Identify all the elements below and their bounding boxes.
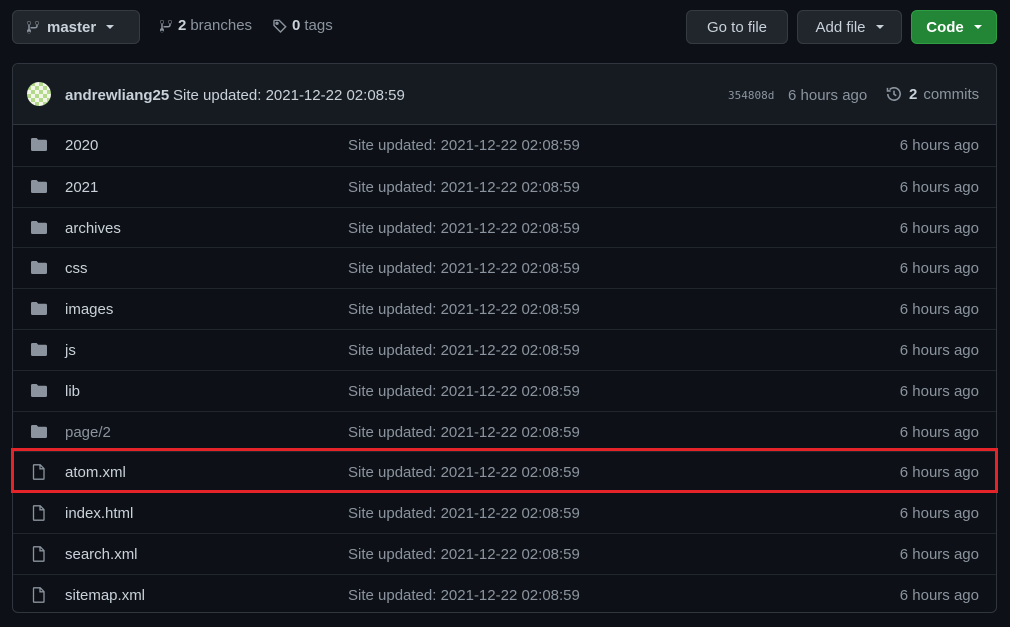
file-name-link[interactable]: images [65,301,113,318]
commit-sha-link[interactable]: 354808d [728,89,774,102]
code-button[interactable]: Code [911,10,997,44]
folder-icon [30,179,48,195]
file-age: 6 hours ago [899,586,979,604]
chevron-down-icon [973,25,982,29]
folder-icon [30,260,48,276]
file-age: 6 hours ago [899,505,979,523]
latest-commit-bar: andrewliang25 Site updated: 2021-12-22 0… [13,64,996,125]
avatar[interactable] [27,82,51,106]
file-row[interactable]: js Site updated: 2021-12-22 02:08:59 6 hou… [13,328,996,370]
tags-label: tags [304,17,333,34]
branches-label: branches [190,17,253,34]
file-name-link[interactable]: search.xml [65,546,138,563]
branch-name: master [47,18,97,36]
file-age: 6 hours ago [899,382,979,400]
file-name-link[interactable]: 2021 [65,179,98,196]
commit-message-link[interactable]: Site updated: 2021-12-22 02:08:59 [173,87,405,104]
file-commit-message-link[interactable]: Site updated: 2021-12-22 02:08:59 [348,301,580,318]
file-row[interactable]: 2021 Site updated: 2021-12-22 02:08:59 6 h… [13,165,996,207]
add-file-label: Add file [815,18,866,36]
folder-icon [30,137,48,153]
commits-count: 2 [909,85,918,103]
file-name-link[interactable]: js [65,342,76,359]
file-row[interactable]: page/2 Site updated: 2021-12-22 02:08:59 6… [13,410,996,452]
file-name-link[interactable]: atom.xml [65,464,126,481]
file-age: 6 hours ago [899,219,979,237]
code-label: Code [926,18,964,36]
file-age: 6 hours ago [899,423,979,441]
file-name-link[interactable]: page/2 [65,424,111,441]
file-icon [30,464,48,481]
file-row[interactable]: css Site updated: 2021-12-22 02:08:59 6 ho… [13,247,996,288]
file-commit-message-link[interactable]: Site updated: 2021-12-22 02:08:59 [348,260,580,277]
file-commit-message-link[interactable]: Site updated: 2021-12-22 02:08:59 [348,464,580,481]
folder-icon [30,383,48,399]
file-icon [30,546,48,562]
go-to-file-button[interactable]: Go to file [686,10,788,44]
history-icon [886,87,901,101]
file-name-link[interactable]: 2020 [65,137,98,154]
branches-count: 2 [178,17,187,34]
file-list: 2020 Site updated: 2021-12-22 02:08:59 6 h… [13,125,996,612]
file-name-link[interactable]: lib [65,383,80,400]
file-age: 6 hours ago [899,464,979,482]
file-age: 6 hours ago [899,137,979,154]
git-branch-icon [26,20,39,34]
file-age: 6 hours ago [899,260,979,278]
file-name-link[interactable]: sitemap.xml [65,587,145,604]
chevron-down-icon [106,25,115,29]
file-commit-message-link[interactable]: Site updated: 2021-12-22 02:08:59 [348,424,580,441]
file-row[interactable]: archives Site updated: 2021-12-22 02:08:5… [13,206,996,248]
chevron-down-icon [875,25,884,29]
file-browser: andrewliang25 Site updated: 2021-12-22 0… [12,63,997,613]
commit-age: 6 hours ago [788,87,868,104]
git-branch-icon [160,19,172,32]
file-name-link[interactable]: index.html [65,505,133,522]
add-file-button[interactable]: Add file [797,10,902,44]
file-commit-message-link[interactable]: Site updated: 2021-12-22 02:08:59 [348,505,580,522]
tags-link[interactable]: 0 tags [272,17,333,34]
file-name-link[interactable]: archives [65,220,121,237]
file-commit-message-link[interactable]: Site updated: 2021-12-22 02:08:59 [348,587,580,604]
file-commit-message-link[interactable]: Site updated: 2021-12-22 02:08:59 [348,220,580,237]
file-row[interactable]: index.html Site updated: 2021-12-22 02:08… [13,492,996,533]
branches-link[interactable]: 2 branches [158,17,252,34]
folder-icon [30,342,48,358]
file-row[interactable]: search.xml Site updated: 2021-12-22 02:08… [13,532,996,574]
file-icon [30,586,48,603]
file-name-link[interactable]: css [65,260,88,277]
branch-selector-button[interactable]: master [12,10,140,44]
tag-icon [273,19,287,33]
folder-icon [30,220,48,236]
file-row[interactable]: 2020 Site updated: 2021-12-22 02:08:59 6 h… [13,125,996,166]
file-row[interactable]: images Site updated: 2021-12-22 02:08:59 6… [13,288,996,329]
file-age: 6 hours ago [899,178,979,196]
file-age: 6 hours ago [899,301,979,319]
file-commit-message-link[interactable]: Site updated: 2021-12-22 02:08:59 [348,546,580,563]
folder-icon [30,424,48,440]
file-commit-message-link[interactable]: Site updated: 2021-12-22 02:08:59 [348,137,580,154]
file-commit-message-link[interactable]: Site updated: 2021-12-22 02:08:59 [348,383,580,400]
file-commit-message-link[interactable]: Site updated: 2021-12-22 02:08:59 [348,179,580,196]
file-age: 6 hours ago [899,545,979,563]
go-to-file-label: Go to file [706,18,768,36]
tags-count: 0 [292,17,301,34]
file-commit-message-link[interactable]: Site updated: 2021-12-22 02:08:59 [348,342,580,359]
file-row[interactable]: sitemap.xml Site updated: 2021-12-22 02:0… [13,573,996,612]
file-age: 6 hours ago [899,341,979,359]
commits-history-link[interactable]: 2 commits [885,85,979,103]
commits-label: commits [923,85,980,103]
file-icon [30,505,48,522]
file-row[interactable]: lib Site updated: 2021-12-22 02:08:59 6 ho… [13,369,996,411]
folder-icon [30,301,48,317]
repo-toolbar: master 2 branches 0 tags Go to file Add … [0,0,1010,60]
commit-author-link[interactable]: andrewliang25 [65,87,169,104]
file-row[interactable]: atom.xml Site updated: 2021-12-22 02:08:5… [13,451,996,492]
